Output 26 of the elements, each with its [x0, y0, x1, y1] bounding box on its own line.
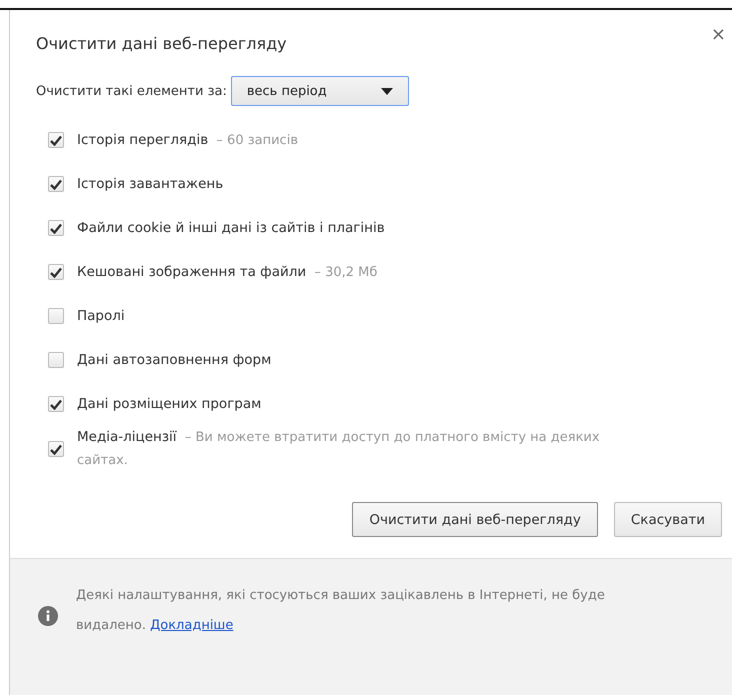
dialog-title: Очистити дані веб-перегляду	[36, 34, 287, 53]
learn-more-link[interactable]: Докладніше	[150, 618, 234, 633]
checkbox[interactable]	[48, 220, 64, 236]
checkbox[interactable]	[48, 441, 64, 457]
period-label: Очистити такі елементи за:	[36, 84, 227, 98]
option-label: Дані автозаповнення форм	[77, 351, 272, 370]
checkbox[interactable]	[48, 308, 64, 324]
option-label: Історія переглядів – 60 записів	[77, 130, 299, 150]
option-label: Медіа-ліцензії – Ви можете втратити доступ до платного вмісту на деяких сайтах.	[77, 428, 601, 470]
close-button[interactable]: ×	[710, 24, 726, 45]
footer-text: Деякі налаштування, які стосуються ваших зацікавлень в Інтернеті, не буде видалено. Докладніше	[76, 587, 606, 635]
checkbox[interactable]	[48, 176, 64, 192]
option-label: Файли cookie й інші дані із сайтів і плагінів	[77, 219, 386, 238]
info-icon	[38, 606, 58, 626]
option-label: Дані розміщених програм	[77, 395, 262, 414]
checkbox[interactable]	[48, 396, 64, 412]
checkbox[interactable]	[48, 264, 64, 280]
option-label: Паролі	[77, 307, 126, 326]
clear-button[interactable]: Очистити дані веб-перегляду	[352, 502, 598, 537]
cancel-button[interactable]: Скасувати	[614, 502, 722, 537]
period-dropdown[interactable]: весь період	[230, 76, 409, 106]
caret-icon	[380, 88, 393, 94]
checkbox[interactable]	[48, 352, 64, 368]
option-label: Історія завантажень	[77, 175, 224, 194]
option-label: Кешовані зображення та файли – 30,2 Мб	[77, 262, 378, 282]
checkbox[interactable]	[48, 132, 64, 148]
